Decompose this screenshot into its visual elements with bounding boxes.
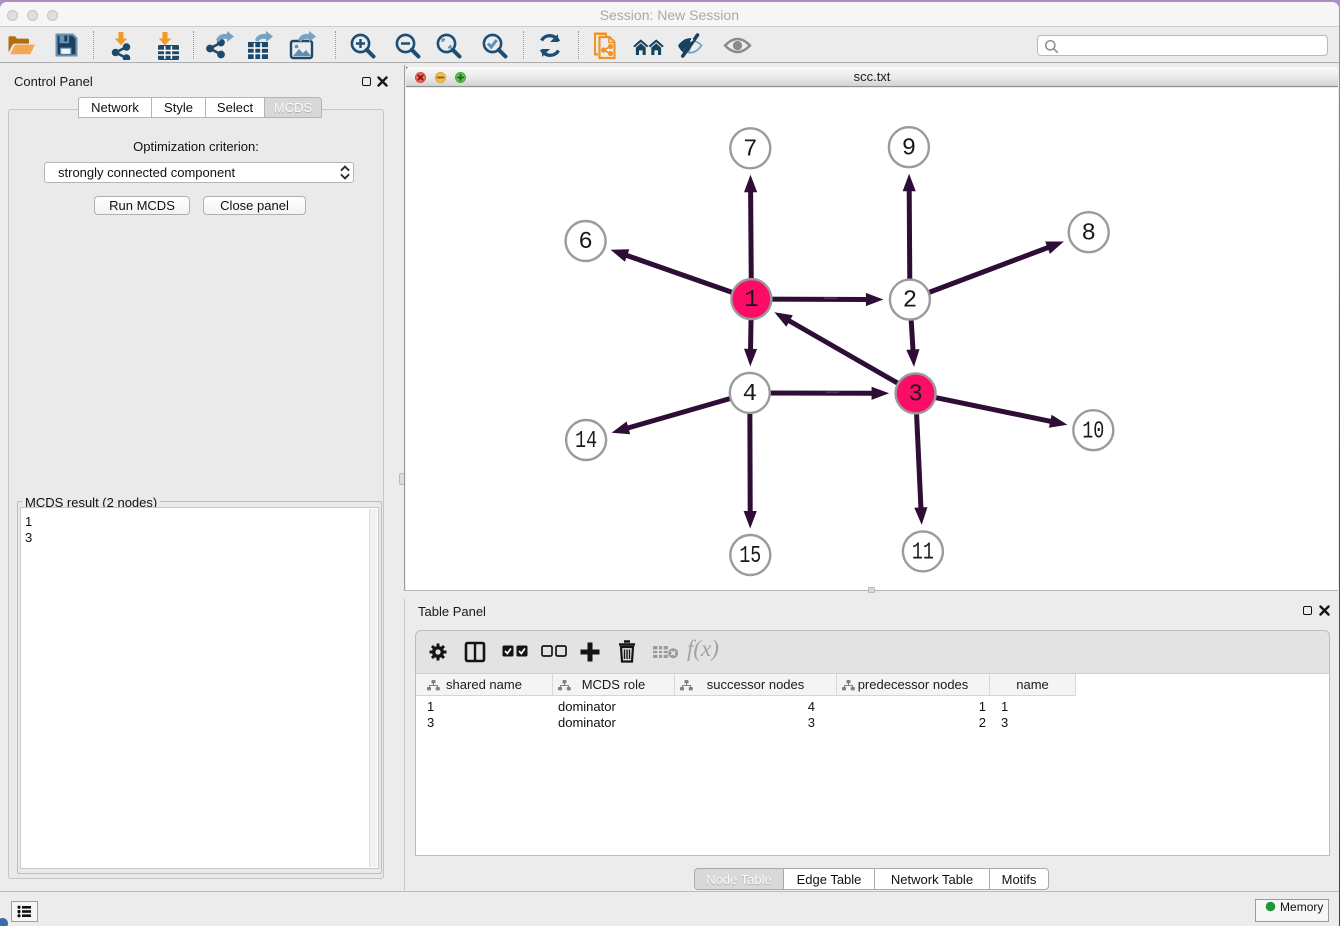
svg-text:9: 9 xyxy=(902,135,916,162)
svg-text:11: 11 xyxy=(912,540,934,567)
svg-text:2: 2 xyxy=(903,288,917,315)
svg-text:4: 4 xyxy=(743,381,757,408)
svg-text:10: 10 xyxy=(1082,418,1104,445)
svg-text:3: 3 xyxy=(908,382,922,409)
svg-text:7: 7 xyxy=(743,136,757,163)
svg-text:1: 1 xyxy=(744,287,758,314)
svg-text:14: 14 xyxy=(575,428,597,455)
svg-text:6: 6 xyxy=(578,229,592,256)
svg-text:8: 8 xyxy=(1081,220,1095,247)
svg-text:15: 15 xyxy=(739,543,761,570)
